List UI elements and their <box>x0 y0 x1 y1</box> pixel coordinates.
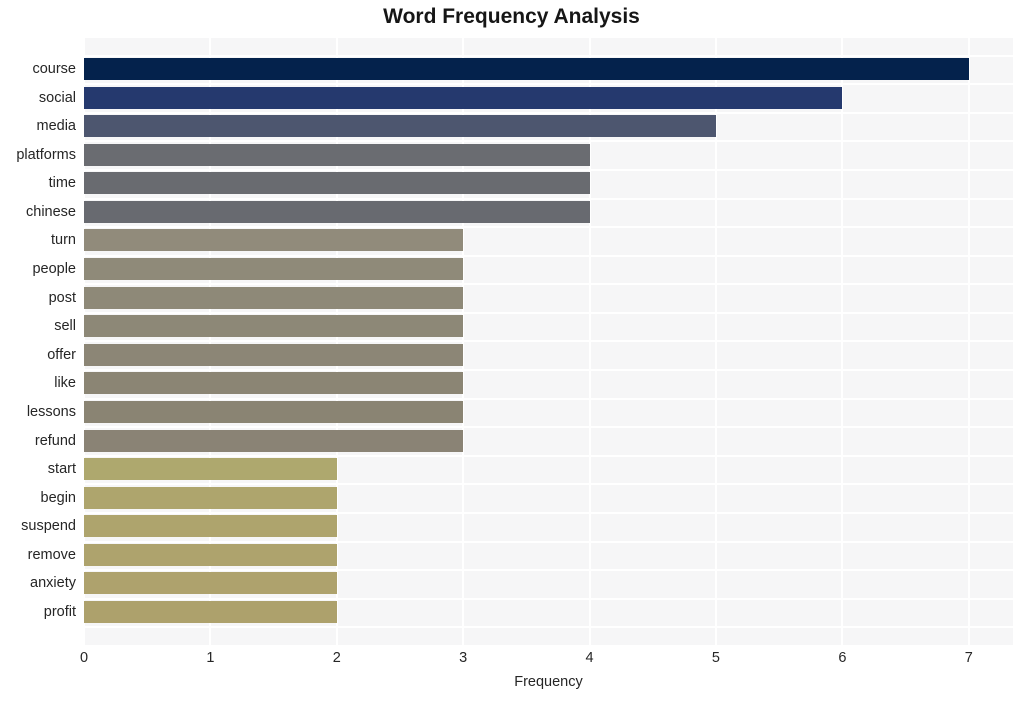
gridline-horizontal <box>84 598 1013 600</box>
gridline-horizontal <box>84 198 1013 200</box>
y-axis-tick-label: anxiety <box>30 575 76 591</box>
y-axis-tick-label: offer <box>47 347 76 363</box>
y-axis-tick-label: time <box>48 175 76 191</box>
bar <box>84 401 463 423</box>
bar <box>84 115 716 137</box>
gridline-horizontal <box>84 569 1013 571</box>
chart-title: Word Frequency Analysis <box>383 5 640 28</box>
gridline-horizontal <box>84 55 1013 57</box>
y-axis-tick-label: media <box>36 118 77 134</box>
gridline-horizontal <box>84 169 1013 171</box>
bar <box>84 572 337 594</box>
y-axis-tick-label: sell <box>54 318 76 334</box>
x-axis-tick-label: 3 <box>459 650 468 666</box>
gridline-horizontal <box>84 226 1013 228</box>
y-axis-tick-label: chinese <box>26 204 76 220</box>
gridline-horizontal <box>84 140 1013 142</box>
gridline-horizontal <box>84 369 1013 371</box>
x-axis-tick-label: 5 <box>711 650 720 666</box>
y-axis-tick-label: post <box>48 290 76 306</box>
x-axis-title: Frequency <box>514 674 583 690</box>
bar <box>84 430 463 452</box>
bar <box>84 144 590 166</box>
bar <box>84 372 463 394</box>
bar <box>84 458 337 480</box>
bar <box>84 344 463 366</box>
bar <box>84 544 337 566</box>
y-axis-tick-label: start <box>47 461 76 477</box>
y-axis-tick-label: refund <box>34 433 76 449</box>
gridline-horizontal <box>84 398 1013 400</box>
x-axis-tick-label: 4 <box>585 650 594 666</box>
y-axis-tick-labels: course social media platforms time chinese tur… <box>0 38 76 645</box>
gridline-horizontal <box>84 112 1013 114</box>
y-axis-tick-label: suspend <box>21 518 76 534</box>
bar <box>84 601 337 623</box>
plot-area <box>84 38 1013 645</box>
gridline-horizontal <box>84 512 1013 514</box>
x-axis-tick-label: 6 <box>838 650 847 666</box>
gridline-horizontal <box>84 483 1013 485</box>
x-axis-tick-labels: 0 1 2 3 4 5 6 7 <box>80 650 1013 672</box>
x-axis-tick-label: 7 <box>964 650 973 666</box>
bar <box>84 287 463 309</box>
gridline-horizontal <box>84 455 1013 457</box>
bar <box>84 87 842 109</box>
gridline-horizontal <box>84 541 1013 543</box>
gridline-horizontal <box>84 312 1013 314</box>
word-frequency-bar-chart: Word Frequency Analysis course social medi… <box>0 0 1023 701</box>
bar <box>84 172 590 194</box>
gridline-horizontal <box>84 83 1013 85</box>
y-axis-tick-label: turn <box>51 232 76 248</box>
bar <box>84 229 463 251</box>
y-axis-tick-label: begin <box>40 490 76 506</box>
bar <box>84 258 463 280</box>
x-axis-tick-label: 2 <box>332 650 341 666</box>
bar <box>84 58 969 80</box>
bar <box>84 515 337 537</box>
y-axis-tick-label: profit <box>43 604 76 620</box>
x-axis-tick-label: 0 <box>79 650 89 666</box>
y-axis-tick-label: course <box>32 61 76 77</box>
y-axis-tick-label: platforms <box>16 147 76 163</box>
gridline-horizontal <box>84 255 1013 257</box>
y-axis-tick-label: lessons <box>26 404 76 420</box>
bar <box>84 315 463 337</box>
gridline-horizontal <box>84 340 1013 342</box>
bar <box>84 487 337 509</box>
x-axis-tick-label: 1 <box>206 650 215 666</box>
y-axis-tick-label: like <box>54 375 76 391</box>
gridline-horizontal <box>84 626 1013 628</box>
gridline-horizontal <box>84 426 1013 428</box>
y-axis-tick-label: social <box>38 90 76 106</box>
y-axis-tick-label: remove <box>27 547 76 563</box>
bar <box>84 201 590 223</box>
gridline-horizontal <box>84 283 1013 285</box>
y-axis-tick-label: people <box>32 261 76 277</box>
